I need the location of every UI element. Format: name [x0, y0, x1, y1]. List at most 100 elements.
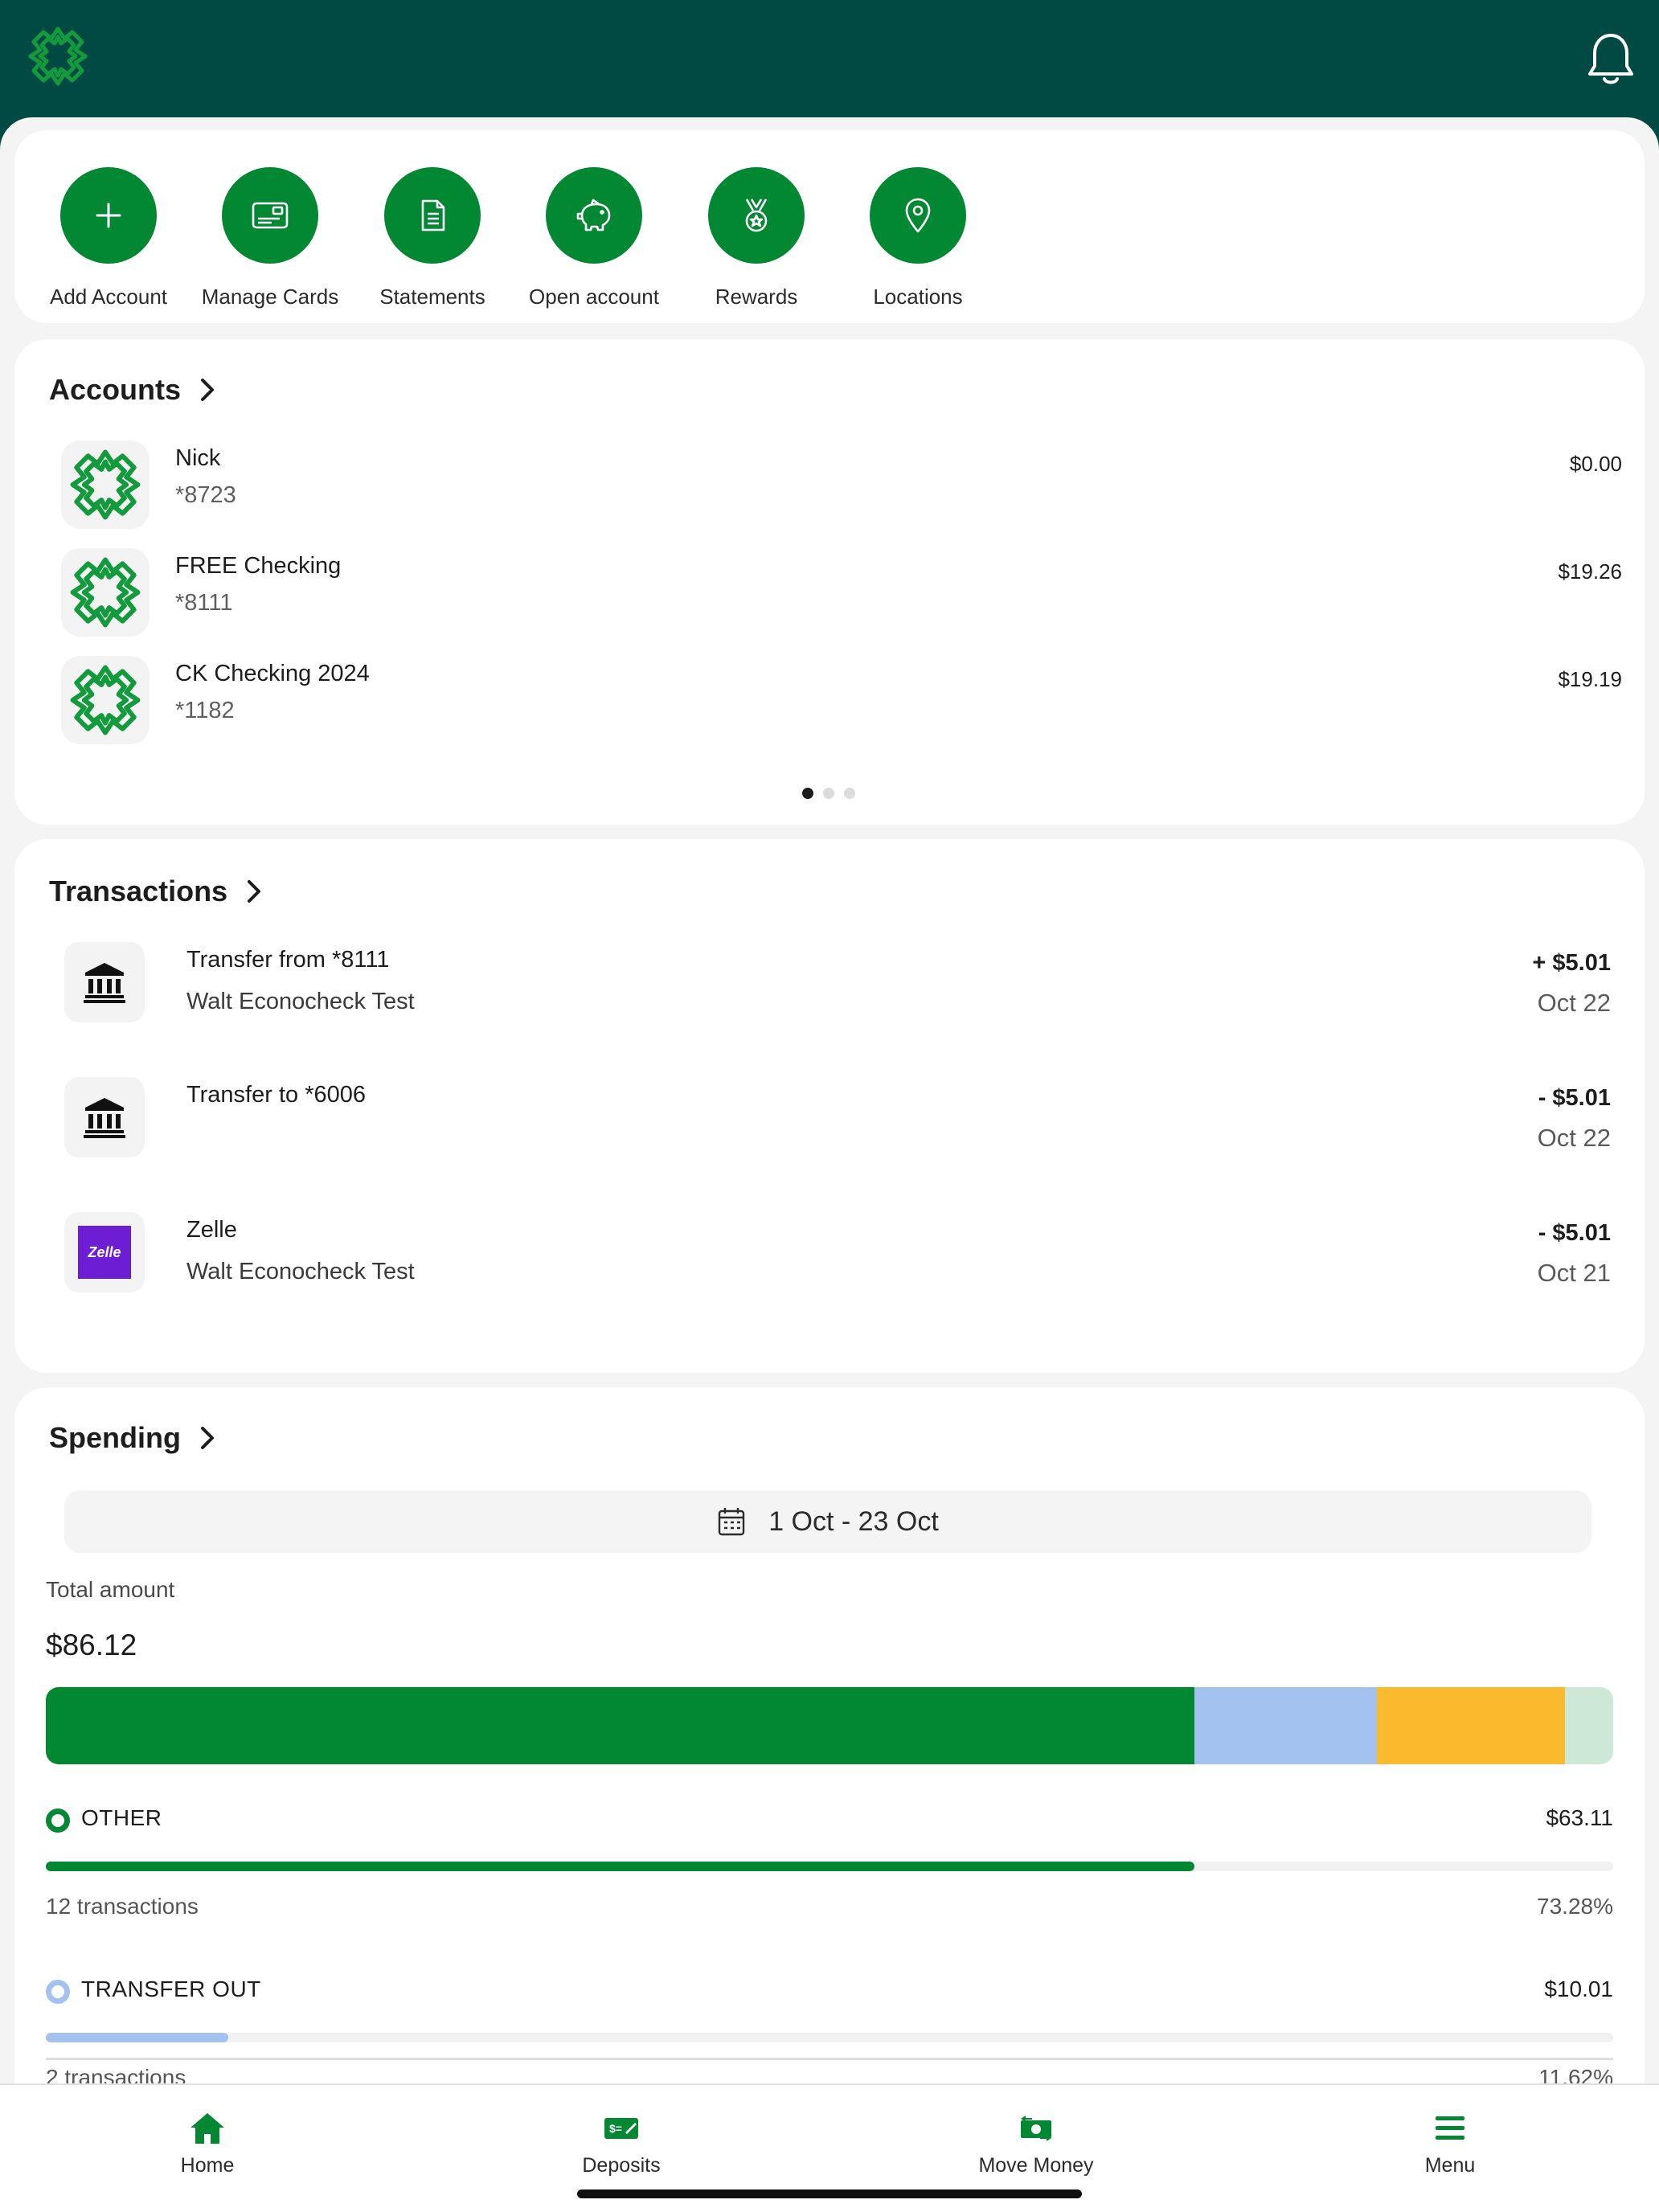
- spending-segment: [46, 1687, 1194, 1764]
- app-header: [0, 0, 1659, 117]
- spending-title: Spending: [49, 1421, 181, 1454]
- rewards-label: Rewards: [715, 285, 798, 309]
- add-account-label: Add Account: [50, 285, 167, 309]
- piggy-bank-icon: [546, 167, 642, 264]
- accounts-header[interactable]: Accounts: [49, 373, 216, 407]
- bank-logo-icon: [24, 23, 92, 90]
- transaction-title: Zelle: [186, 1217, 237, 1243]
- transactions-header[interactable]: Transactions: [49, 875, 263, 908]
- spending-header[interactable]: Spending: [49, 1421, 216, 1455]
- category-count: 12 transactions: [46, 1894, 199, 1919]
- category-count: 2 transactions: [46, 2065, 186, 2083]
- rewards-button[interactable]: Rewards: [676, 167, 837, 309]
- chevron-right-icon: [248, 880, 261, 903]
- divider: [46, 2058, 1613, 2060]
- open-account-button[interactable]: Open account: [514, 167, 674, 309]
- manage-cards-button[interactable]: Manage Cards: [190, 167, 350, 309]
- page-dot-3[interactable]: [844, 788, 855, 799]
- check-deposit-icon: $=: [501, 2109, 742, 2148]
- total-amount-label: Total amount: [46, 1577, 175, 1602]
- category-name: TRANSFER OUT: [81, 1976, 261, 2001]
- account-row[interactable]: Nick *8723 $0.00: [47, 440, 1622, 537]
- account-number: *8111: [175, 590, 233, 616]
- tab-label: Menu: [1424, 2154, 1476, 2177]
- card-icon: [222, 167, 318, 264]
- page-indicator[interactable]: [802, 788, 855, 799]
- account-row[interactable]: CK Checking 2024 *1182 $19.19: [47, 656, 1622, 752]
- transaction-date: Oct 22: [1537, 989, 1611, 1017]
- tab-deposits[interactable]: $= Deposits: [501, 2109, 742, 2177]
- plus-icon: [60, 167, 157, 264]
- home-icon: [87, 2109, 328, 2148]
- calendar-icon: [718, 1508, 745, 1536]
- account-number: *8723: [175, 482, 236, 508]
- page-dot-2[interactable]: [823, 788, 834, 799]
- statements-button[interactable]: Statements: [352, 167, 513, 309]
- tab-label: Home: [180, 2154, 235, 2177]
- zelle-logo-icon: Zelle: [64, 1212, 145, 1292]
- account-row[interactable]: FREE Checking *8111 $19.26: [47, 548, 1622, 645]
- main-content: Add Account Manage Cards Statements Open…: [0, 117, 1659, 2083]
- add-account-button[interactable]: Add Account: [28, 167, 189, 309]
- category-marker-icon: [46, 1980, 70, 2004]
- category-amount: $63.11: [1546, 1805, 1613, 1830]
- zelle-logo-text: Zelle: [78, 1226, 131, 1279]
- location-pin-icon: [870, 167, 966, 264]
- notifications-bell-icon[interactable]: [1585, 31, 1636, 87]
- transactions-card: Transactions Transfer from *8111 Walt Ec…: [14, 839, 1645, 1373]
- transaction-date: Oct 21: [1537, 1259, 1611, 1287]
- account-balance: $19.19: [1558, 667, 1622, 691]
- svg-text:$=: $=: [609, 2122, 622, 2135]
- transaction-title: Transfer from *8111: [186, 947, 390, 973]
- hamburger-menu-icon: [1329, 2109, 1571, 2148]
- category-progress-track: [46, 1862, 1613, 1871]
- transaction-subtitle: Walt Econocheck Test: [186, 989, 415, 1014]
- transaction-row[interactable]: Zelle Zelle Walt Econocheck Test - $5.01…: [64, 1212, 1611, 1301]
- spending-breakdown-bar: [46, 1687, 1613, 1764]
- category-progress-fill: [46, 1862, 1194, 1871]
- account-name: CK Checking 2024: [175, 661, 370, 686]
- medal-icon: [708, 167, 805, 264]
- quick-actions-card: Add Account Manage Cards Statements Open…: [14, 130, 1645, 323]
- statements-label: Statements: [379, 285, 485, 309]
- transaction-title: Transfer to *6006: [186, 1082, 366, 1108]
- spending-segment: [1564, 1687, 1613, 1764]
- manage-cards-label: Manage Cards: [201, 285, 339, 309]
- account-logo-icon: [61, 656, 150, 744]
- accounts-card: Accounts Nick *8723 $0.00 FREE Checking …: [14, 339, 1645, 825]
- total-amount-value: $86.12: [46, 1628, 137, 1661]
- chevron-right-icon: [201, 1427, 214, 1449]
- date-range-text: 1 Oct - 23 Oct: [768, 1505, 939, 1537]
- date-range-picker[interactable]: 1 Oct - 23 Oct: [64, 1490, 1591, 1553]
- page-dot-1[interactable]: [802, 788, 813, 799]
- transaction-amount: - $5.01: [1538, 1220, 1611, 1246]
- document-icon: [384, 167, 481, 264]
- tab-home[interactable]: Home: [87, 2109, 328, 2177]
- transaction-row[interactable]: Transfer to *6006 - $5.01 Oct 22: [64, 1077, 1611, 1165]
- account-logo-icon: [61, 440, 150, 529]
- bank-icon: [64, 942, 145, 1022]
- spending-segment: [1376, 1687, 1565, 1764]
- transaction-row[interactable]: Transfer from *8111 Walt Econocheck Test…: [64, 942, 1611, 1030]
- transaction-amount: - $5.01: [1538, 1085, 1611, 1111]
- tab-move-money[interactable]: Move Money: [916, 2109, 1157, 2177]
- account-name: FREE Checking: [175, 553, 342, 579]
- account-name: Nick: [175, 445, 221, 471]
- money-transfer-icon: [916, 2109, 1157, 2148]
- tab-menu[interactable]: Menu: [1329, 2109, 1571, 2177]
- category-progress-fill: [46, 2033, 228, 2042]
- tab-label: Deposits: [582, 2154, 661, 2177]
- chevron-right-icon: [201, 379, 215, 401]
- spending-segment: [1194, 1687, 1377, 1764]
- accounts-title: Accounts: [49, 373, 182, 406]
- account-logo-icon: [61, 548, 150, 637]
- locations-button[interactable]: Locations: [838, 167, 998, 309]
- category-percent: 73.28%: [1537, 1894, 1613, 1919]
- category-marker-icon: [46, 1809, 70, 1833]
- category-name: OTHER: [81, 1805, 162, 1830]
- home-indicator[interactable]: [577, 2189, 1082, 2198]
- bank-icon: [64, 1077, 145, 1157]
- transaction-amount: + $5.01: [1532, 950, 1611, 976]
- locations-label: Locations: [873, 285, 963, 309]
- category-amount: $10.01: [1544, 1976, 1613, 2001]
